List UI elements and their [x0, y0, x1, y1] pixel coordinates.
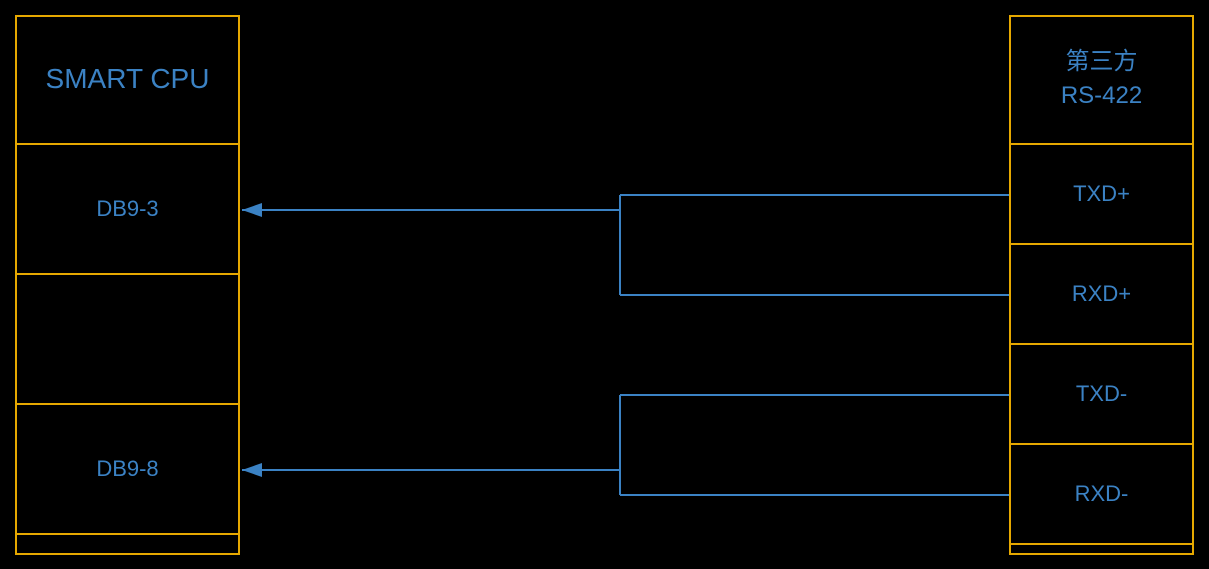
rxdplus-label: RXD+ — [1072, 281, 1131, 307]
rxdminus-label: RXD- — [1075, 481, 1129, 507]
db9-8-label: DB9-8 — [96, 456, 158, 482]
third-party-label-line1: 第三方 — [1066, 45, 1138, 79]
db9-3-label: DB9-3 — [96, 196, 158, 222]
txdminus-label: TXD- — [1076, 381, 1127, 407]
left-row-db9-8: DB9-8 — [15, 405, 240, 535]
right-row-bottom — [1009, 545, 1194, 555]
txdplus-label: TXD+ — [1073, 181, 1130, 207]
diagram-container: SMART CPU DB9-3 DB9-8 第三方 RS-422 TXD+ RX… — [0, 0, 1209, 569]
right-row-rxdminus: RXD- — [1009, 445, 1194, 545]
left-header: SMART CPU — [15, 15, 240, 145]
left-row-bottom — [15, 535, 240, 555]
left-row-db9-3: DB9-3 — [15, 145, 240, 275]
right-row-rxdplus: RXD+ — [1009, 245, 1194, 345]
smart-cpu-label: SMART CPU — [46, 63, 210, 95]
left-row-empty-1 — [15, 275, 240, 405]
right-header: 第三方 RS-422 — [1009, 15, 1194, 145]
right-row-txdminus: TXD- — [1009, 345, 1194, 445]
third-party-label-line2: RS-422 — [1061, 79, 1142, 113]
right-row-txdplus: TXD+ — [1009, 145, 1194, 245]
